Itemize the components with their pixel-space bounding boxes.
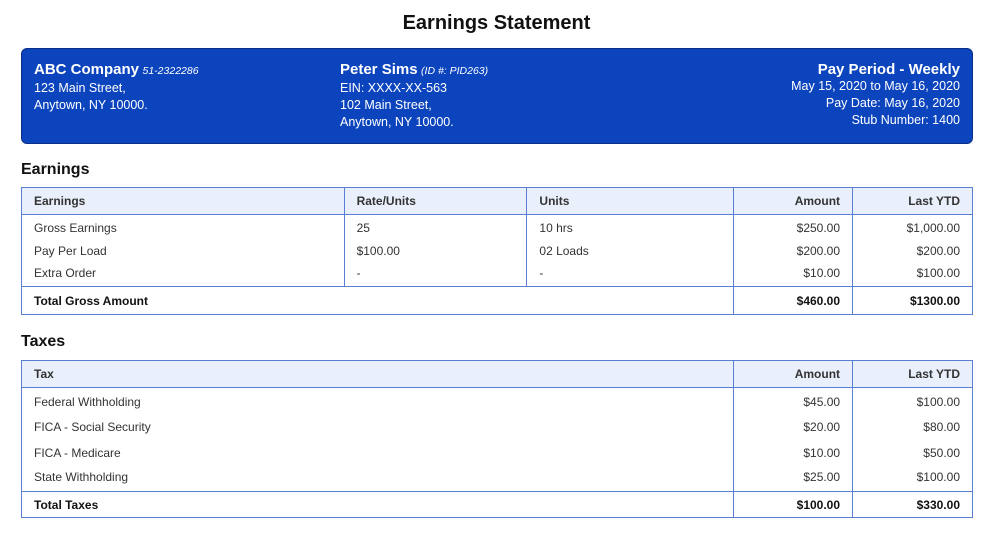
table-cell: $80.00 [852, 413, 973, 440]
stub-number: Stub Number: 1400 [851, 113, 960, 127]
table-cell: $100.00 [343, 238, 528, 263]
total-ytd: $1300.00 [852, 286, 973, 315]
company-info: ABC Company 51-2322286 123 Main Street, … [34, 61, 199, 114]
earnings-table: Earnings Rate/Units Units Amount Last YT… [20, 187, 973, 315]
employee-name: Peter Sims [340, 61, 418, 78]
table-cell: $25.00 [733, 465, 854, 492]
table-cell: $100.00 [852, 465, 973, 492]
page-title: Earnings Statement [402, 12, 591, 34]
column-header: Last YTD [852, 187, 973, 215]
column-header: Units [526, 187, 735, 215]
column-header: Earnings [21, 187, 345, 215]
column-header: Tax [20, 360, 735, 388]
table-header-row: Tax Amount Last YTD [20, 360, 973, 388]
table-cell: $250.00 [733, 214, 854, 239]
table-cell: $200.00 [852, 238, 973, 263]
pay-date: Pay Date: May 16, 2020 [825, 96, 960, 110]
taxes-table: Tax Amount Last YTD Federal Withholding … [20, 360, 973, 518]
total-row: Total Gross Amount $460.00 $1300.00 [20, 286, 973, 315]
table-cell: $100.00 [852, 262, 973, 287]
table-cell: - [343, 262, 528, 287]
table-cell: Extra Order [21, 262, 345, 287]
company-address-line1: 123 Main Street, [34, 81, 126, 95]
table-cell: $50.00 [852, 439, 973, 466]
employee-address-line1: 102 Main Street, [340, 98, 432, 112]
pay-period-info: Pay Period - Weekly May 15, 2020 to May … [791, 61, 960, 129]
table-row: State Withholding $25.00 $100.00 [20, 465, 973, 492]
table-cell: $1,000.00 [852, 214, 973, 239]
table-header-row: Earnings Rate/Units Units Amount Last YT… [21, 187, 973, 215]
table-cell: FICA - Social Security [20, 413, 735, 440]
column-header: Amount [733, 187, 854, 215]
table-cell: $20.00 [733, 413, 854, 440]
taxes-section-title: Taxes [21, 333, 66, 350]
table-cell: $10.00 [733, 439, 854, 466]
total-ytd: $330.00 [852, 491, 973, 518]
table-cell: State Withholding [20, 465, 735, 492]
company-ein: 51-2322286 [142, 65, 199, 77]
column-header: Last YTD [852, 360, 973, 388]
total-label: Total Gross Amount [20, 286, 735, 315]
employee-id: (ID #: PID263) [421, 65, 489, 77]
pay-period-range: May 15, 2020 to May 16, 2020 [791, 79, 960, 93]
table-cell: - [526, 262, 735, 287]
column-header: Amount [733, 360, 854, 388]
table-cell: FICA - Medicare [20, 439, 735, 466]
table-row: Extra Order - - $10.00 $100.00 [21, 262, 973, 287]
total-amount: $100.00 [733, 491, 854, 518]
total-label: Total Taxes [20, 491, 735, 518]
employee-address-line2: Anytown, NY 10000. [340, 115, 454, 129]
table-row: Gross Earnings 25 10 hrs $250.00 $1,000.… [21, 214, 973, 239]
table-cell: 25 [343, 214, 528, 239]
earnings-section-title: Earnings [21, 161, 90, 178]
table-cell: 10 hrs [526, 214, 735, 239]
table-row: Pay Per Load $100.00 02 Loads $200.00 $2… [21, 238, 973, 263]
table-cell: Gross Earnings [21, 214, 345, 239]
table-cell: $100.00 [852, 387, 973, 414]
company-name: ABC Company [34, 61, 140, 78]
column-header: Rate/Units [343, 187, 528, 215]
employee-ein: EIN: XXXX-XX-563 [340, 81, 447, 95]
pay-header-banner: ABC Company 51-2322286 123 Main Street, … [21, 48, 973, 144]
table-cell: $10.00 [733, 262, 854, 287]
table-row: FICA - Medicare $10.00 $50.00 [20, 439, 973, 466]
total-amount: $460.00 [733, 286, 854, 315]
pay-period-title: Pay Period - Weekly [817, 61, 960, 78]
company-address-line2: Anytown, NY 10000. [34, 98, 148, 112]
table-cell: $45.00 [733, 387, 854, 414]
employee-info: Peter Sims (ID #: PID263) EIN: XXXX-XX-5… [340, 61, 488, 131]
total-row: Total Taxes $100.00 $330.00 [20, 491, 973, 518]
table-cell: 02 Loads [526, 238, 735, 263]
table-cell: Federal Withholding [20, 387, 735, 414]
table-row: Federal Withholding $45.00 $100.00 [20, 387, 973, 414]
table-row: FICA - Social Security $20.00 $80.00 [20, 413, 973, 440]
table-cell: $200.00 [733, 238, 854, 263]
table-cell: Pay Per Load [21, 238, 345, 263]
